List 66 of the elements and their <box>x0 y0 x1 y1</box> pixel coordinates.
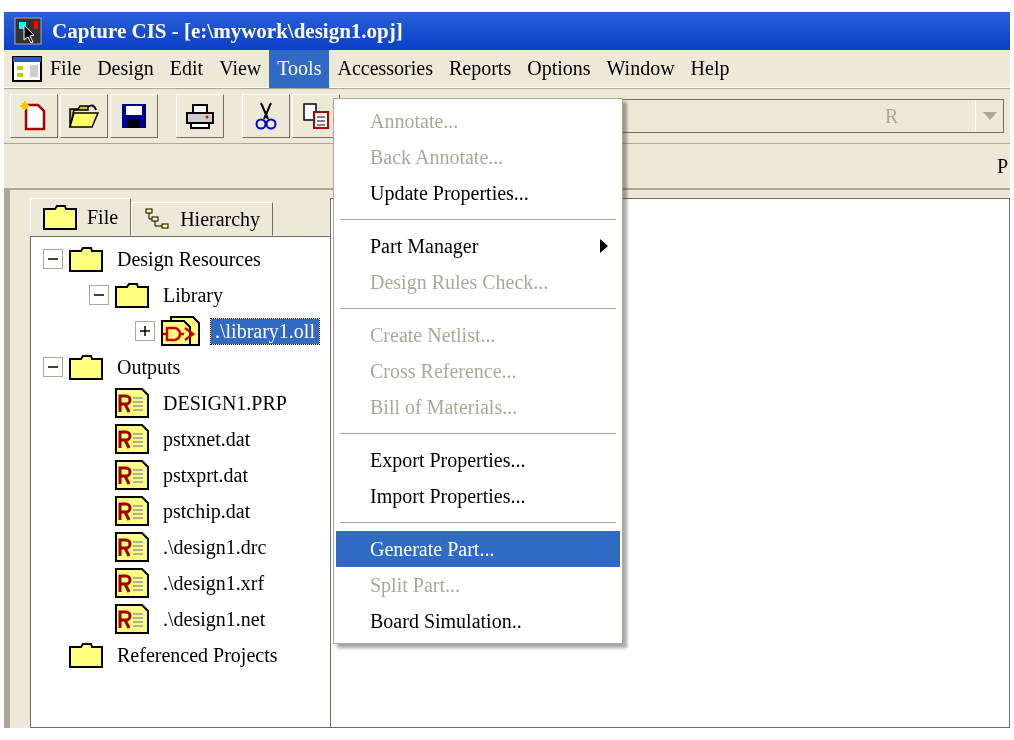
tree-item[interactable]: Outputs <box>113 354 185 380</box>
folder-icon <box>115 282 149 308</box>
menu-item[interactable]: Reports <box>440 49 520 88</box>
collapse-toggle[interactable] <box>43 357 63 377</box>
window-title: Capture CIS - [e:\mywork\design1.opj] <box>52 18 403 44</box>
menu-item[interactable]: Export Properties... <box>336 442 620 478</box>
toolbar-button[interactable] <box>60 94 108 138</box>
save-icon <box>121 103 147 129</box>
menu-item[interactable]: Design <box>89 49 162 88</box>
collapse-toggle[interactable] <box>89 285 109 305</box>
library-icon <box>161 316 201 346</box>
menu-item[interactable]: Window <box>598 49 683 88</box>
plus-icon <box>139 325 151 337</box>
folder-icon <box>69 354 103 380</box>
tree-item[interactable]: DESIGN1.PRP <box>159 390 291 416</box>
folder-icon <box>69 642 103 668</box>
toolbar-button[interactable] <box>110 94 158 138</box>
tab[interactable]: File <box>30 198 132 236</box>
dropdown-arrow-icon <box>982 112 997 120</box>
menu-item[interactable]: Generate Part... <box>336 531 620 567</box>
app-icon <box>14 17 42 45</box>
report-icon <box>115 460 149 490</box>
menu-item[interactable]: Import Properties... <box>336 478 620 514</box>
open-folder-icon <box>68 103 100 129</box>
menu-item[interactable]: Options <box>519 49 599 88</box>
status-text: P <box>996 154 1008 178</box>
toolbar-button[interactable] <box>176 94 224 138</box>
folder-icon <box>69 246 103 272</box>
menu-item[interactable]: Edit <box>161 49 212 88</box>
expand-toggle[interactable] <box>135 321 155 341</box>
report-icon <box>115 496 149 526</box>
report-icon <box>115 424 149 454</box>
menu-item[interactable]: Accessories <box>329 49 441 88</box>
toolbar-button[interactable] <box>242 94 290 138</box>
copy-icon <box>302 102 330 130</box>
collapse-toggle[interactable] <box>43 249 63 269</box>
scissors-icon <box>255 101 277 131</box>
menu-item[interactable]: View <box>211 49 270 88</box>
document-icon <box>12 55 42 82</box>
new-document-icon <box>20 101 48 131</box>
menu-item[interactable]: Board Simulation.. <box>336 603 620 639</box>
toolbar-button[interactable] <box>10 94 58 138</box>
menu-item[interactable]: Help <box>682 49 738 88</box>
menu-item[interactable]: Part Manager <box>336 228 620 264</box>
tab[interactable]: Hierarchy <box>131 202 274 236</box>
tree-item[interactable]: pstxnet.dat <box>159 426 255 452</box>
tree-item[interactable]: Design Resources <box>113 246 265 272</box>
hierarchy-icon <box>144 207 171 231</box>
tree-item[interactable]: Library <box>159 282 227 308</box>
tree-item[interactable]: .\library1.oll <box>211 318 319 344</box>
tree-item[interactable]: pstchip.dat <box>159 498 255 524</box>
tree-item[interactable]: .\design1.drc <box>159 534 271 560</box>
report-icon <box>115 568 149 598</box>
submenu-arrow-icon <box>600 239 608 253</box>
tree-item[interactable]: .\design1.xrf <box>159 570 269 596</box>
menu-item[interactable]: Update Properties... <box>336 175 620 211</box>
report-icon <box>115 604 149 634</box>
tree-item[interactable]: pstxprt.dat <box>159 462 252 488</box>
folder-icon <box>43 204 77 230</box>
tree-item[interactable]: .\design1.net <box>159 606 270 632</box>
menu-item[interactable]: Tools <box>269 49 330 88</box>
report-icon <box>115 388 149 418</box>
tree-item[interactable]: Referenced Projects <box>113 642 282 668</box>
menu-item[interactable]: File <box>42 49 90 88</box>
printer-icon <box>185 103 215 129</box>
report-icon <box>115 532 149 562</box>
